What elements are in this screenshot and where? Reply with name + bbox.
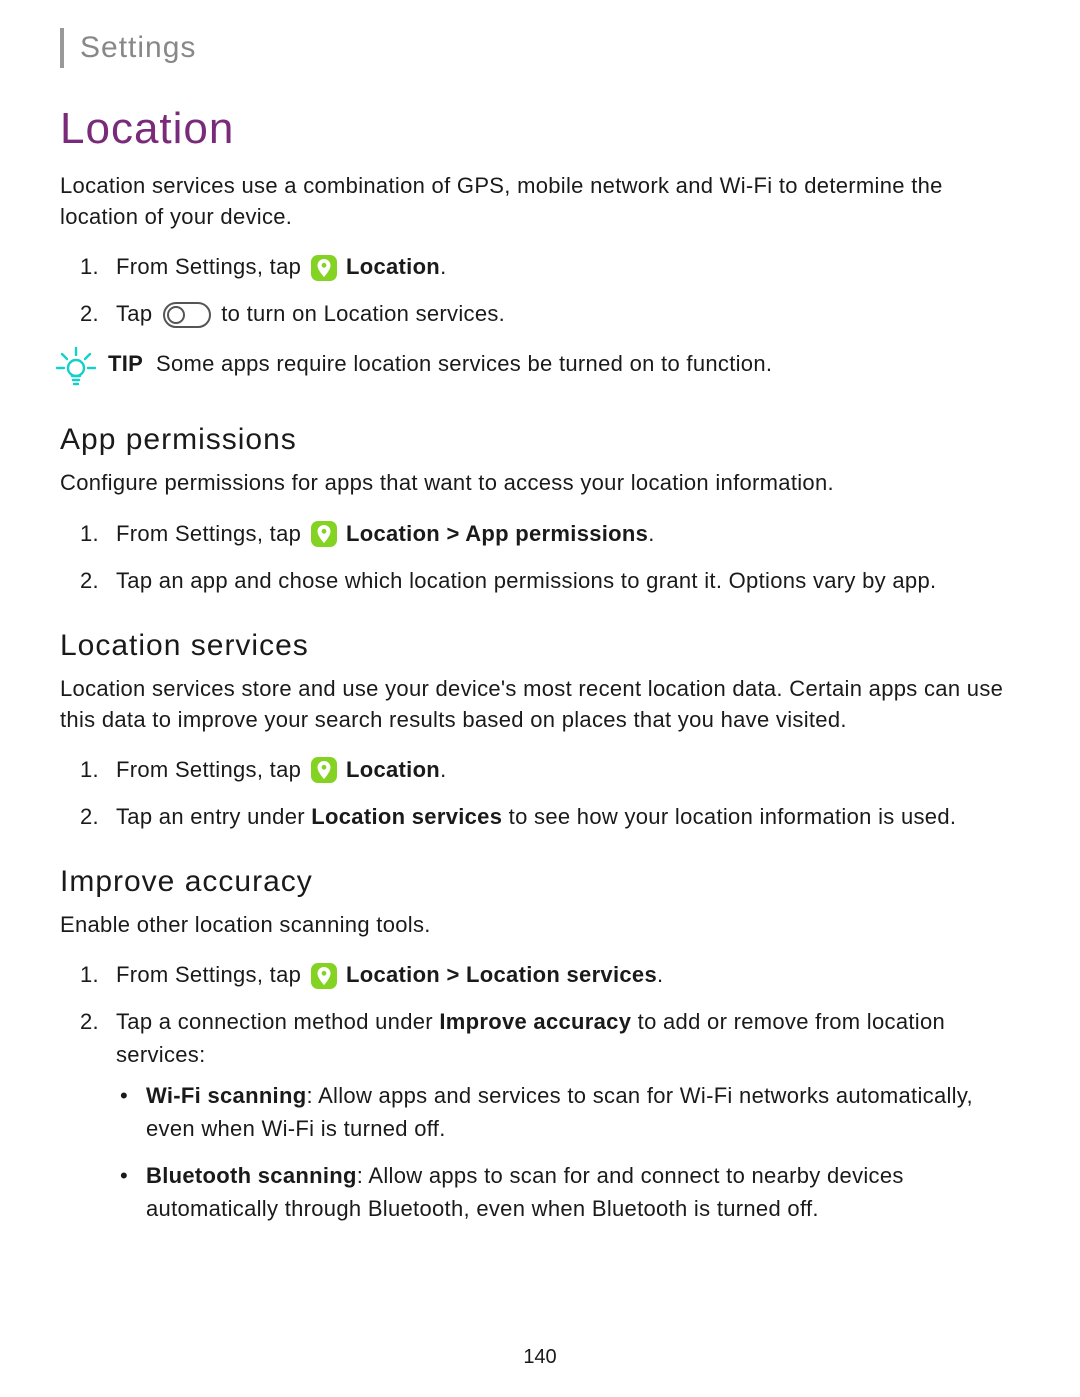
bullet-label: Wi-Fi scanning (146, 1083, 306, 1108)
list-item: Bluetooth scanning: Allow apps to scan f… (116, 1159, 1004, 1225)
step-text: to see how your location information is … (502, 804, 956, 829)
page-number: 140 (0, 1346, 1080, 1369)
page-header: Settings (60, 28, 1004, 68)
step-text: . (657, 962, 663, 987)
subsection-title: Location services (60, 629, 1004, 663)
steps-list: From Settings, tap Location > App permis… (60, 517, 1004, 597)
bullet-label: Bluetooth scanning (146, 1163, 357, 1188)
location-icon (311, 255, 337, 281)
step-item: From Settings, tap Location > Location s… (60, 958, 1004, 991)
lightbulb-icon (54, 344, 98, 391)
location-icon (311, 757, 337, 783)
step-text: . (648, 521, 654, 546)
body-paragraph: Location services store and use your dev… (60, 673, 1004, 735)
location-icon (311, 963, 337, 989)
tip-body: Some apps require location services be t… (156, 351, 772, 376)
tip-label: TIP (108, 351, 143, 376)
step-bold: Location > App permissions (346, 521, 648, 546)
steps-list: From Settings, tap Location > Location s… (60, 958, 1004, 1225)
step-bold: Improve accuracy (439, 1009, 631, 1034)
header-title: Settings (80, 31, 196, 65)
step-item: From Settings, tap Location. (60, 250, 1004, 283)
intro-paragraph: Location services use a combination of G… (60, 170, 1004, 232)
step-text: From Settings, tap (116, 962, 308, 987)
step-item: Tap to turn on Location services. (60, 297, 1004, 330)
section-title: Location (60, 104, 1004, 154)
step-item: Tap an app and chose which location perm… (60, 564, 1004, 597)
manual-page: Settings Location Location services use … (0, 0, 1080, 1397)
steps-list: From Settings, tap Location. Tap to turn… (60, 250, 1004, 330)
step-item: Tap an entry under Location services to … (60, 800, 1004, 833)
step-item: Tap a connection method under Improve ac… (60, 1005, 1004, 1225)
step-item: From Settings, tap Location. (60, 753, 1004, 786)
body-paragraph: Configure permissions for apps that want… (60, 467, 1004, 498)
subsection-title: Improve accuracy (60, 865, 1004, 899)
step-bold: Location > Location services (346, 962, 657, 987)
header-divider (60, 28, 64, 68)
step-text: Tap a connection method under (116, 1009, 439, 1034)
step-text: . (440, 757, 446, 782)
location-icon (311, 521, 337, 547)
step-text: Tap (116, 301, 159, 326)
step-text: From Settings, tap (116, 521, 308, 546)
step-text: to turn on Location services. (221, 301, 505, 326)
step-text: From Settings, tap (116, 254, 308, 279)
step-item: From Settings, tap Location > App permis… (60, 517, 1004, 550)
step-bold: Location (346, 254, 440, 279)
step-text: . (440, 254, 446, 279)
tip-callout: TIP Some apps require location services … (54, 348, 1004, 391)
step-text: From Settings, tap (116, 757, 308, 782)
step-bold: Location services (311, 804, 502, 829)
body-paragraph: Enable other location scanning tools. (60, 909, 1004, 940)
list-item: Wi-Fi scanning: Allow apps and services … (116, 1079, 1004, 1145)
bullet-list: Wi-Fi scanning: Allow apps and services … (116, 1079, 1004, 1225)
tip-content: TIP Some apps require location services … (108, 348, 772, 380)
step-bold: Location (346, 757, 440, 782)
steps-list: From Settings, tap Location. Tap an entr… (60, 753, 1004, 833)
step-text: Tap an entry under (116, 804, 311, 829)
subsection-title: App permissions (60, 423, 1004, 457)
toggle-off-icon (163, 302, 211, 328)
